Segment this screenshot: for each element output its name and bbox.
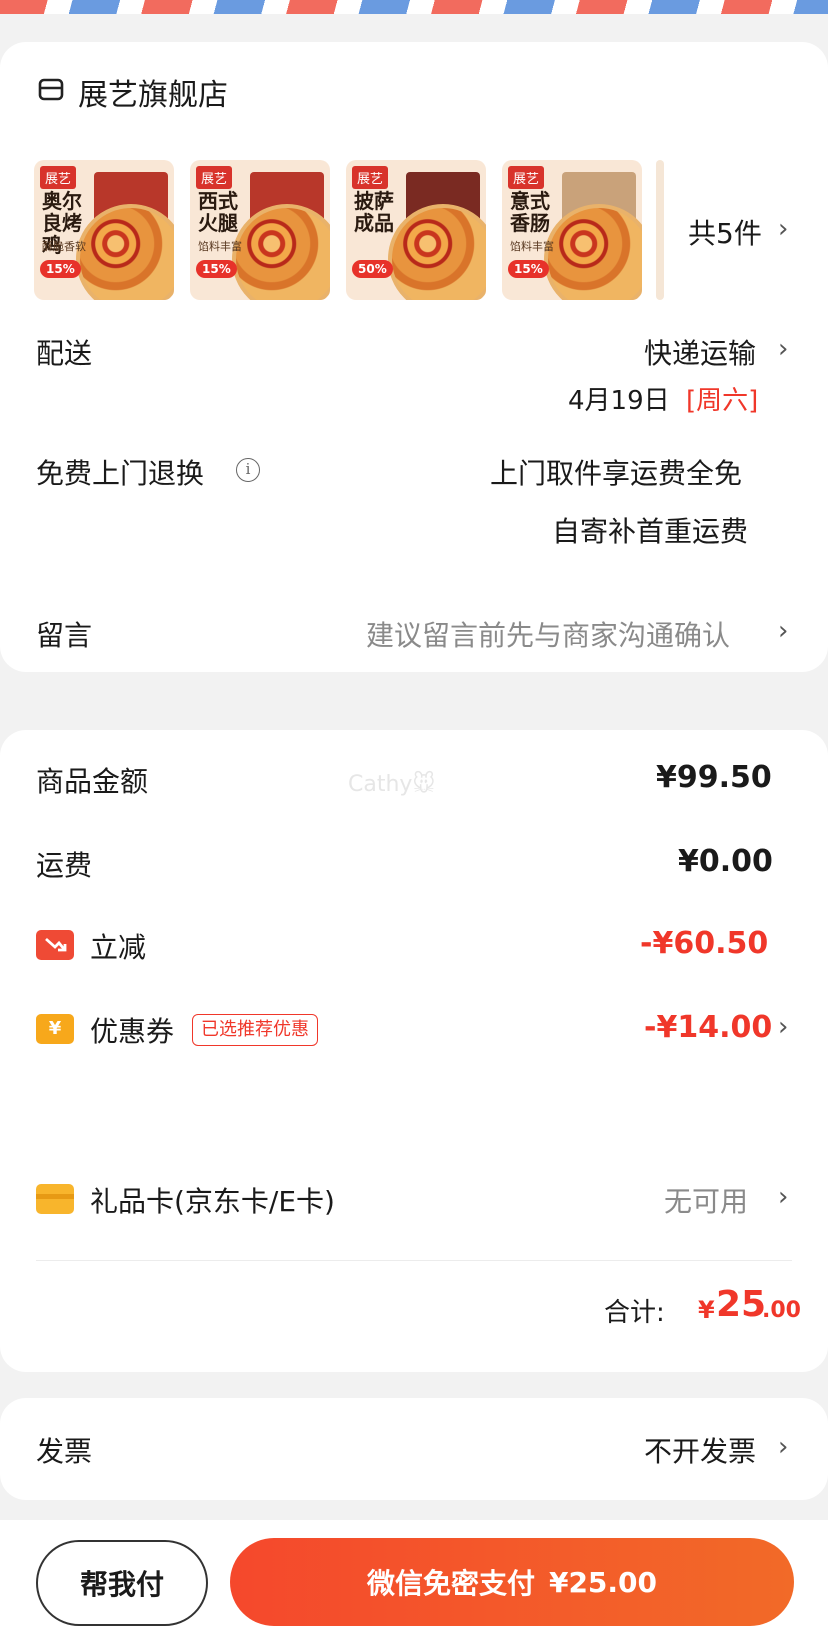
invoice-label: 发票 xyxy=(36,1435,93,1468)
total-label: 合计: xyxy=(604,1298,665,1328)
store-icon xyxy=(36,74,66,104)
chevron-right-icon[interactable]: › xyxy=(778,1432,788,1462)
coupon-icon: ¥ xyxy=(36,1014,74,1044)
airmail-border xyxy=(0,0,828,14)
total-amount: 25 xyxy=(716,1284,767,1325)
store-name[interactable]: 展艺旗舰店 xyxy=(78,70,228,114)
returns-line2: 自寄补首重运费 xyxy=(552,515,749,548)
brand-tag: 展艺 xyxy=(352,166,389,189)
discount-label: 立减 xyxy=(90,931,147,964)
divider xyxy=(36,1260,792,1261)
chevron-right-icon[interactable]: › xyxy=(778,334,788,364)
gift-card-value[interactable]: 无可用 xyxy=(664,1180,748,1220)
returns-label: 免费上门退换 xyxy=(36,457,205,490)
product-subtitle: 酥脆香软 xyxy=(42,240,86,253)
brand-tag: 展艺 xyxy=(40,166,77,189)
product-title: 西式火腿 xyxy=(198,189,238,235)
shipping-label: 运费 xyxy=(36,849,93,882)
invoice-card[interactable]: 发票 不开发票 › xyxy=(0,1398,828,1500)
discount-badge: 15% xyxy=(40,260,81,278)
goods-amount-label: 商品金额 xyxy=(36,765,149,798)
delivery-weekday: [周六] xyxy=(686,386,759,416)
wechat-pay-button[interactable]: 微信免密支付 ¥25.00 xyxy=(230,1538,794,1626)
gift-card-icon xyxy=(36,1184,74,1214)
coupon-label: 优惠券 xyxy=(90,1015,175,1048)
delivery-date: 4月19日 xyxy=(568,386,670,416)
message-input[interactable]: 建议留言前先与商家沟通确认 xyxy=(366,614,730,654)
pay-button-label: 微信免密支付 xyxy=(366,1567,535,1600)
brand-tag: 展艺 xyxy=(196,166,233,189)
total-currency: ¥ xyxy=(698,1296,715,1324)
invoice-value[interactable]: 不开发票 xyxy=(644,1430,756,1470)
returns-line1: 上门取件享运费全免 xyxy=(490,457,743,490)
product-thumb-partial xyxy=(656,160,664,300)
product-title: 披萨成品 xyxy=(354,189,394,235)
product-subtitle: 馅料丰富 xyxy=(198,240,242,253)
coupon-tag: 已选推荐优惠 xyxy=(192,1014,318,1046)
product-thumb[interactable]: 展艺 意式香肠 馅料丰富 15% xyxy=(502,160,642,300)
chevron-right-icon[interactable]: › xyxy=(778,1182,788,1212)
gift-card-label: 礼品卡(京东卡/E卡) xyxy=(90,1185,335,1218)
product-thumb[interactable]: 展艺 西式火腿 馅料丰富 15% xyxy=(190,160,330,300)
chevron-right-icon[interactable]: › xyxy=(778,616,788,646)
order-card: 展艺旗舰店 展艺 奥尔良烤鸡 酥脆香软 15% 展艺 西式火腿 馅料丰富 15%… xyxy=(0,42,828,672)
shipping-value: ¥0.00 xyxy=(678,844,773,879)
message-label: 留言 xyxy=(36,619,93,652)
discount-badge: 15% xyxy=(508,260,549,278)
product-title: 意式香肠 xyxy=(510,189,550,235)
product-subtitle: 馅料丰富 xyxy=(510,240,554,253)
delivery-label: 配送 xyxy=(36,337,93,370)
brand-tag: 展艺 xyxy=(508,166,545,189)
product-count[interactable]: 共5件 xyxy=(688,212,762,252)
help-pay-button[interactable]: 帮我付 xyxy=(36,1540,208,1626)
discount-badge: 15% xyxy=(196,260,237,278)
product-thumb[interactable]: 展艺 奥尔良烤鸡 酥脆香软 15% xyxy=(34,160,174,300)
info-icon[interactable]: i xyxy=(236,458,260,482)
total-decimal: .00 xyxy=(762,1298,801,1323)
discount-badge: 50% xyxy=(352,260,393,278)
delivery-method[interactable]: 快递运输 xyxy=(644,332,756,372)
chevron-right-icon[interactable]: › xyxy=(778,1012,788,1042)
goods-amount-value: ¥99.50 xyxy=(656,760,772,795)
discount-value: -¥60.50 xyxy=(640,926,769,961)
pay-button-amount: ¥25.00 xyxy=(548,1565,658,1599)
chevron-right-icon[interactable]: › xyxy=(778,214,788,244)
coupon-value[interactable]: -¥14.00 xyxy=(644,1010,772,1045)
product-thumb[interactable]: 展艺 披萨成品 50% xyxy=(346,160,486,300)
discount-arrow-icon xyxy=(36,930,74,960)
watermark: Cathy🐭 xyxy=(348,772,436,797)
price-card: Cathy🐭 商品金额 ¥99.50 运费 ¥0.00 立减 -¥60.50 ¥… xyxy=(0,730,828,1372)
